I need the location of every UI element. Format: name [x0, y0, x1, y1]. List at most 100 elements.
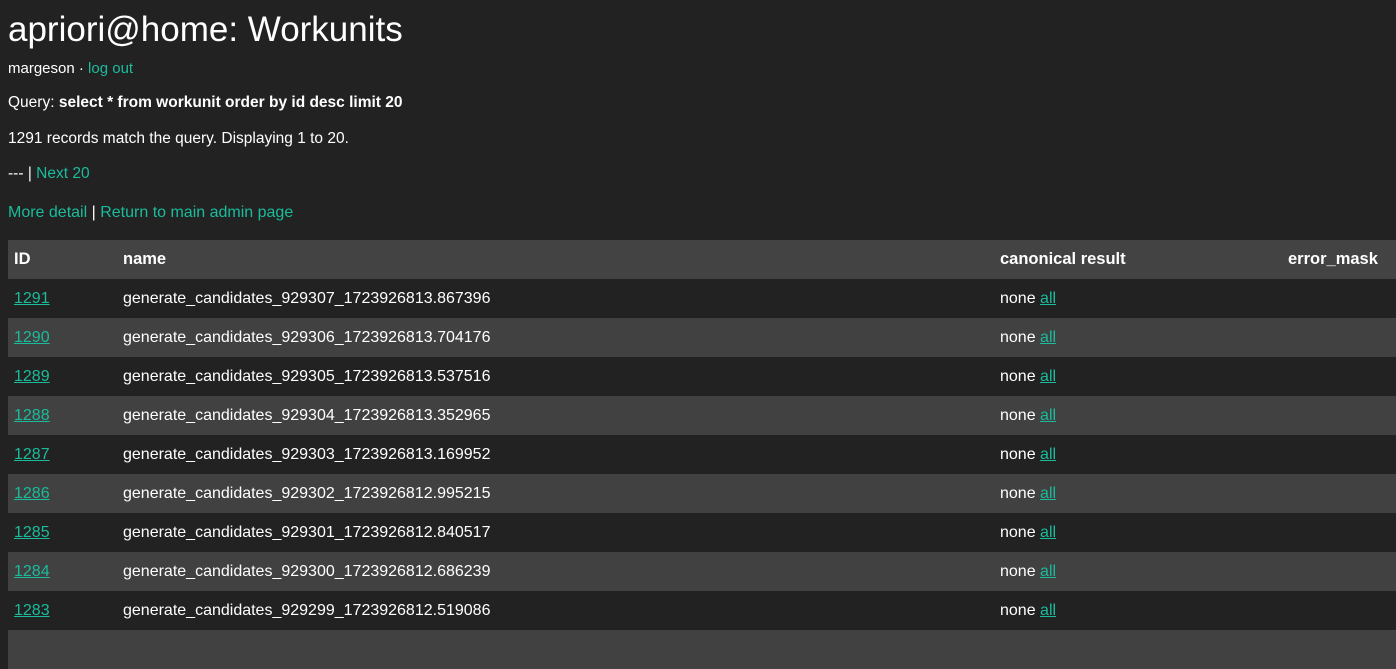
prev-page-label: ---	[8, 165, 24, 183]
cell-id: 1290	[8, 318, 123, 358]
canonical-result-value: none	[1000, 406, 1036, 424]
page-title: apriori@home: Workunits	[8, 10, 403, 49]
workunit-id-link[interactable]: 1286	[14, 485, 50, 502]
cell-id: 1285	[8, 513, 123, 553]
cell-canonical-result: none all	[1000, 513, 1288, 553]
column-header-name[interactable]: name	[123, 240, 1000, 280]
cell-error-mask	[1288, 513, 1396, 553]
cell-id: 1283	[8, 591, 123, 631]
all-results-link[interactable]: all	[1040, 485, 1056, 502]
workunit-id-link[interactable]: 1287	[14, 446, 50, 463]
cell-canonical-result	[1000, 630, 1288, 669]
canonical-result-value: none	[1000, 601, 1036, 619]
table-row: 1290 generate_candidates_929306_172392681…	[8, 318, 1396, 358]
cell-canonical-result: none all	[1000, 279, 1288, 319]
cell-canonical-result: none all	[1000, 552, 1288, 592]
table-row: 1288 generate_candidates_929304_172392681…	[8, 396, 1396, 436]
pager: --- | Next 20	[8, 152, 1388, 188]
all-results-link[interactable]: all	[1040, 524, 1056, 541]
page-container: apriori@home: Workunits margeson · log o…	[0, 0, 1396, 669]
cell-error-mask	[1288, 357, 1396, 397]
query-sql: select * from workunit order by id desc …	[58, 94, 403, 112]
cell-canonical-result: none all	[1000, 474, 1288, 514]
cell-id: 1286	[8, 474, 123, 514]
cell-canonical-result: none all	[1000, 318, 1288, 358]
column-header-error-mask[interactable]: error_mask	[1288, 240, 1396, 280]
table-row: 1285 generate_candidates_929301_172392681…	[8, 513, 1396, 553]
cell-canonical-result: none all	[1000, 435, 1288, 475]
cell-name: generate_candidates_929301_1723926812.84…	[123, 513, 1000, 553]
cell-canonical-result: none all	[1000, 591, 1288, 631]
workunits-table: ID name canonical result error_mask 1291…	[8, 240, 1396, 669]
query-label: Query:	[8, 94, 55, 112]
cell-error-mask	[1288, 552, 1396, 592]
cell-id: 1291	[8, 279, 123, 319]
cell-error-mask	[1288, 435, 1396, 475]
cell-error-mask	[1288, 474, 1396, 514]
column-header-canonical-result[interactable]: canonical result	[1000, 240, 1288, 280]
workunit-id-link[interactable]: 1283	[14, 602, 50, 619]
cell-name: generate_candidates_929299_1723926812.51…	[123, 591, 1000, 631]
all-results-link[interactable]: all	[1040, 290, 1056, 307]
workunit-id-link[interactable]: 1288	[14, 407, 50, 424]
all-results-link[interactable]: all	[1040, 407, 1056, 424]
table-row: 1284 generate_candidates_929300_172392681…	[8, 552, 1396, 592]
table-row: 1286 generate_candidates_929302_172392681…	[8, 474, 1396, 514]
canonical-result-value: none	[1000, 367, 1036, 385]
logout-link[interactable]: log out	[88, 60, 133, 77]
cell-id	[8, 630, 123, 669]
cell-id: 1284	[8, 552, 123, 592]
all-results-link[interactable]: all	[1040, 602, 1056, 619]
cell-name: generate_candidates_929300_1723926812.68…	[123, 552, 1000, 592]
cell-canonical-result: none all	[1000, 357, 1288, 397]
cell-error-mask	[1288, 630, 1396, 669]
cell-name	[123, 630, 1000, 669]
column-header-id[interactable]: ID	[8, 240, 123, 280]
canonical-result-value: none	[1000, 289, 1036, 307]
canonical-result-value: none	[1000, 445, 1036, 463]
workunit-id-link[interactable]: 1285	[14, 524, 50, 541]
cell-id: 1289	[8, 357, 123, 397]
workunit-id-link[interactable]: 1284	[14, 563, 50, 580]
query-line: Query: select * from workunit order by i…	[8, 82, 1388, 117]
table-row: 1291 generate_candidates_929307_172392681…	[8, 279, 1396, 319]
more-detail-link[interactable]: More detail	[8, 204, 87, 221]
return-admin-link[interactable]: Return to main admin page	[100, 204, 293, 221]
cell-name: generate_candidates_929305_1723926813.53…	[123, 357, 1000, 397]
workunit-id-link[interactable]: 1290	[14, 329, 50, 346]
cell-name: generate_candidates_929306_1723926813.70…	[123, 318, 1000, 358]
table-header: ID name canonical result error_mask	[8, 240, 1396, 280]
table-row: 1287 generate_candidates_929303_172392681…	[8, 435, 1396, 475]
table-row: 1289 generate_candidates_929305_172392681…	[8, 357, 1396, 397]
admin-links: More detail | Return to main admin page	[8, 188, 1388, 228]
cell-error-mask	[1288, 396, 1396, 436]
cell-error-mask	[1288, 318, 1396, 358]
canonical-result-value: none	[1000, 562, 1036, 580]
cell-error-mask	[1288, 279, 1396, 319]
all-results-link[interactable]: all	[1040, 563, 1056, 580]
workunit-id-link[interactable]: 1291	[14, 290, 50, 307]
cell-name: generate_candidates_929304_1723926813.35…	[123, 396, 1000, 436]
records-status: 1291 records match the query. Displaying…	[8, 129, 349, 147]
cell-id: 1287	[8, 435, 123, 475]
cell-canonical-result: none all	[1000, 396, 1288, 436]
cell-name: generate_candidates_929303_1723926813.16…	[123, 435, 1000, 475]
next-page-link[interactable]: Next 20	[36, 165, 89, 182]
table-body: 1291 generate_candidates_929307_172392681…	[8, 279, 1396, 669]
cell-error-mask	[1288, 591, 1396, 631]
table-row: 1283 generate_candidates_929299_172392681…	[8, 591, 1396, 631]
all-results-link[interactable]: all	[1040, 329, 1056, 346]
workunit-id-link[interactable]: 1289	[14, 368, 50, 385]
canonical-result-value: none	[1000, 328, 1036, 346]
table-row	[8, 630, 1396, 669]
table-header-row: ID name canonical result error_mask	[8, 240, 1396, 280]
cell-name: generate_candidates_929307_1723926813.86…	[123, 279, 1000, 319]
all-results-link[interactable]: all	[1040, 446, 1056, 463]
user-session-line: margeson · log out	[8, 54, 1388, 82]
canonical-result-value: none	[1000, 523, 1036, 541]
all-results-link[interactable]: all	[1040, 368, 1056, 385]
canonical-result-value: none	[1000, 484, 1036, 502]
username-label: margeson	[8, 60, 75, 78]
cell-id: 1288	[8, 396, 123, 436]
cell-name: generate_candidates_929302_1723926812.99…	[123, 474, 1000, 514]
